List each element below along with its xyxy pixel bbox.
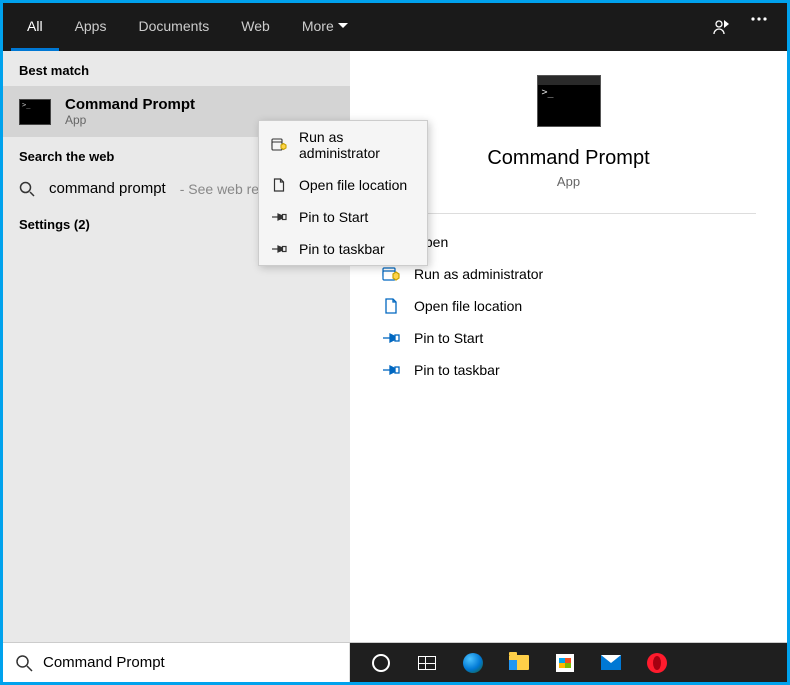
- ctx-pin-start-label: Pin to Start: [299, 209, 368, 225]
- admin-icon: [271, 138, 287, 152]
- action-pin-taskbar-label: Pin to taskbar: [414, 362, 500, 378]
- opera-icon[interactable]: [646, 652, 668, 674]
- taskbar-search[interactable]: [3, 643, 350, 682]
- tab-all[interactable]: All: [11, 3, 59, 51]
- best-match-title: Command Prompt: [65, 96, 195, 113]
- feedback-icon[interactable]: [711, 17, 731, 37]
- action-open-location-label: Open file location: [414, 298, 522, 314]
- taskbar: [3, 642, 787, 682]
- filter-tabs: All Apps Documents Web More: [11, 3, 364, 51]
- detail-subtitle: App: [557, 174, 580, 189]
- edge-icon[interactable]: [462, 652, 484, 674]
- cortana-icon[interactable]: [370, 652, 392, 674]
- action-run-admin[interactable]: Run as administrator: [378, 258, 759, 290]
- detail-title: Command Prompt: [487, 147, 649, 170]
- web-query-text: command prompt: [49, 180, 166, 197]
- microsoft-store-icon[interactable]: [554, 652, 576, 674]
- action-run-admin-label: Run as administrator: [414, 266, 543, 282]
- chevron-down-icon: [338, 23, 348, 29]
- mail-icon[interactable]: [600, 652, 622, 674]
- tab-web[interactable]: Web: [225, 3, 286, 51]
- action-open[interactable]: Open: [378, 226, 759, 258]
- search-input[interactable]: [43, 654, 337, 671]
- action-pin-taskbar[interactable]: Pin to taskbar: [378, 354, 759, 386]
- tab-more-label: More: [302, 18, 334, 34]
- pin-taskbar-icon: [271, 243, 287, 255]
- taskbar-tray: [350, 643, 787, 682]
- tab-documents[interactable]: Documents: [122, 3, 225, 51]
- tab-more[interactable]: More: [286, 3, 364, 51]
- command-prompt-icon: [537, 75, 601, 127]
- task-view-icon[interactable]: [416, 652, 438, 674]
- command-prompt-icon: [19, 99, 51, 125]
- folder-location-icon: [382, 298, 400, 314]
- folder-location-icon: [271, 178, 287, 192]
- ctx-open-location[interactable]: Open file location: [259, 169, 427, 201]
- ctx-run-admin-label: Run as administrator: [299, 129, 415, 161]
- pin-start-icon: [382, 331, 400, 345]
- action-pin-start[interactable]: Pin to Start: [378, 322, 759, 354]
- context-menu: Run as administrator Open file location …: [258, 120, 428, 266]
- file-explorer-icon[interactable]: [508, 652, 530, 674]
- ctx-open-location-label: Open file location: [299, 177, 407, 193]
- divider: [381, 213, 757, 214]
- search-icon: [19, 181, 35, 197]
- tab-apps[interactable]: Apps: [59, 3, 123, 51]
- best-match-subtitle: App: [65, 113, 195, 127]
- ctx-run-admin[interactable]: Run as administrator: [259, 121, 427, 169]
- best-match-heading: Best match: [3, 51, 350, 86]
- ctx-pin-taskbar-label: Pin to taskbar: [299, 241, 385, 257]
- pin-start-icon: [271, 211, 287, 223]
- admin-icon: [382, 266, 400, 282]
- search-header: All Apps Documents Web More: [3, 3, 787, 51]
- ctx-pin-start[interactable]: Pin to Start: [259, 201, 427, 233]
- ctx-pin-taskbar[interactable]: Pin to taskbar: [259, 233, 427, 265]
- action-open-location[interactable]: Open file location: [378, 290, 759, 322]
- pin-taskbar-icon: [382, 363, 400, 377]
- action-pin-start-label: Pin to Start: [414, 330, 483, 346]
- more-options-icon[interactable]: [751, 17, 767, 37]
- search-icon: [15, 654, 33, 672]
